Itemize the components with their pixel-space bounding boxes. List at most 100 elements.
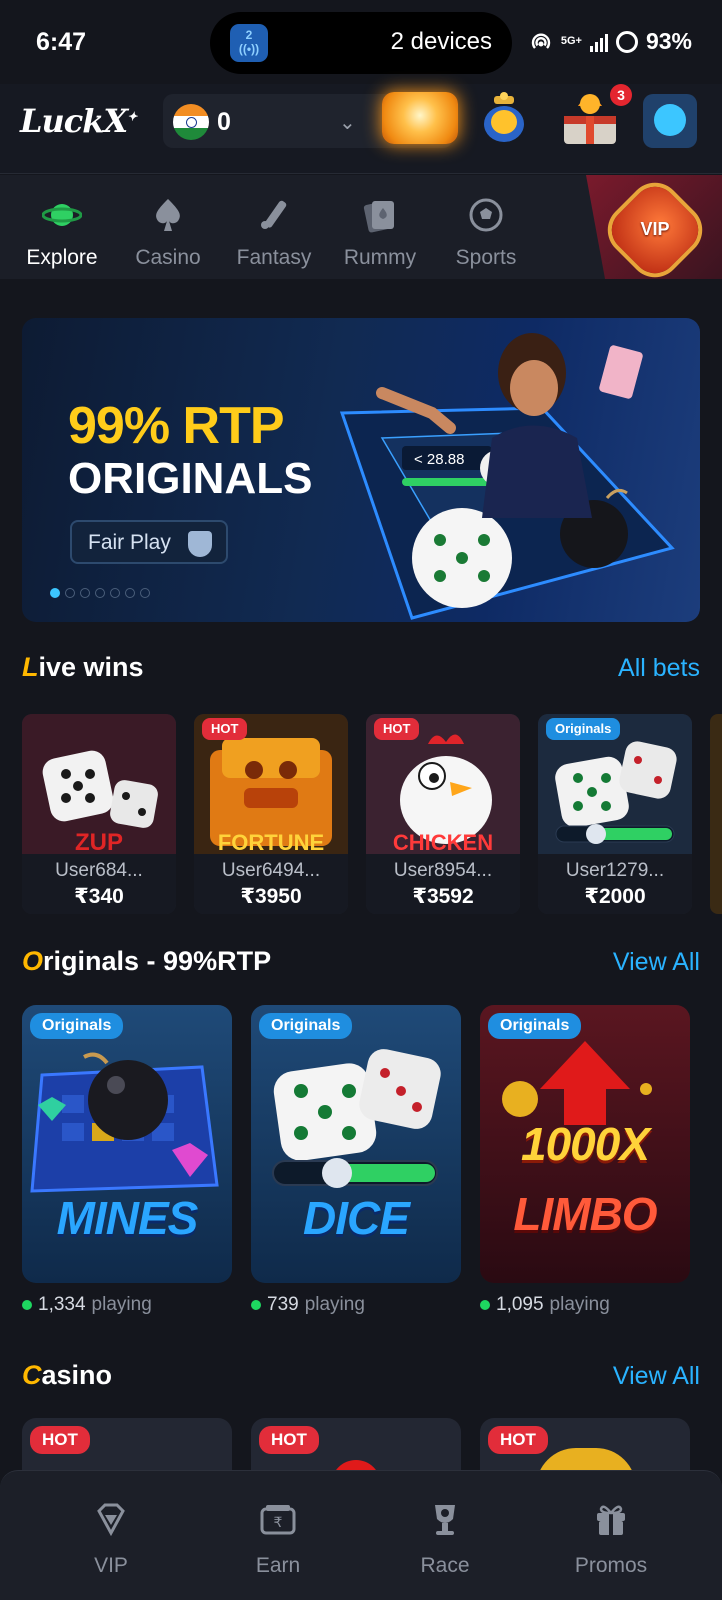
live-win-card-partial[interactable] [710, 714, 722, 914]
nav-label: Earn [255, 1554, 301, 1577]
carousel-dot[interactable] [110, 588, 120, 598]
hot-tag: HOT [30, 1426, 90, 1454]
title-rest: ive wins [38, 652, 144, 682]
island-badge-count: 2 [245, 28, 253, 42]
chevron-down-icon: ⌄ [339, 112, 356, 134]
online-dot-icon [480, 1300, 490, 1310]
game-name: ZUP [75, 829, 123, 854]
mines-game-card[interactable]: Originals MINES [22, 1005, 232, 1283]
title-initial: C [22, 1360, 42, 1390]
game-title: MINES [56, 1192, 199, 1244]
cricket-bat-icon [261, 200, 287, 229]
win-amount: ₹3592 [412, 885, 474, 908]
all-bets-link[interactable]: All bets [618, 654, 700, 683]
title-rest: riginals - 99%RTP [43, 946, 272, 976]
nav-earn[interactable]: ₹ Earn [203, 1471, 353, 1600]
live-win-card[interactable]: FORTUNE HOT User6494... ₹3950 [194, 714, 348, 914]
spade-icon [156, 199, 180, 231]
nav-label: VIP [94, 1554, 128, 1577]
originals-tag: Originals [488, 1013, 582, 1039]
trophy-icon [435, 1505, 455, 1535]
originals-view-all-link[interactable]: View All [613, 948, 700, 977]
live-win-footer: User1279... ₹2000 [538, 854, 692, 914]
vip-promo-badge[interactable]: VIP [586, 175, 722, 279]
fair-play-label: Fair Play [88, 531, 171, 554]
playing-label: playing [549, 1294, 610, 1315]
online-dot-icon [22, 1300, 32, 1310]
casino-view-all-link[interactable]: View All [613, 1362, 700, 1391]
title-initial: L [22, 652, 39, 682]
vip-promo-label: VIP [640, 219, 670, 239]
limbo-game-card[interactable]: Originals 1000X LIMBO [480, 1005, 690, 1283]
tab-label: Fantasy [236, 246, 312, 269]
live-win-card[interactable]: ZUP User684... ₹340 [22, 714, 176, 914]
banner-headline: 99% RTP [68, 397, 285, 455]
support-avatar-button[interactable] [643, 94, 697, 148]
limbo-playing-count: 1,095 playing [480, 1294, 610, 1316]
hot-tag: HOT [488, 1426, 548, 1454]
nav-promos[interactable]: Promos [536, 1471, 686, 1600]
dynamic-island[interactable]: 2 ((•)) 2 devices [210, 12, 512, 74]
tab-fantasy[interactable]: Fantasy [224, 175, 324, 279]
player-count: 1,334 [38, 1294, 86, 1315]
live-win-footer: User8954... ₹3592 [366, 854, 520, 914]
title-initial: O [22, 946, 44, 976]
treasure-pot-icon[interactable] [480, 90, 528, 146]
network-type: 5G+ [560, 35, 582, 47]
live-win-footer: User684... ₹340 [22, 854, 176, 914]
tab-label: Sports [455, 246, 517, 269]
status-indicators: 5G+ 93% [529, 28, 692, 55]
broadcast-icon: 2 ((•)) [230, 24, 268, 62]
win-amount: ₹2000 [584, 885, 646, 908]
originals-tag: Originals [259, 1013, 353, 1039]
shield-check-icon [188, 531, 212, 557]
cards-icon [363, 201, 394, 233]
carousel-dot[interactable] [140, 588, 150, 598]
dice-playing-count: 739 playing [251, 1294, 365, 1316]
notification-badge: 3 [610, 84, 632, 106]
tab-label: Explore [26, 246, 98, 269]
online-dot-icon [251, 1300, 261, 1310]
zup-game-art: ZUP [22, 714, 176, 854]
carousel-dot[interactable] [95, 588, 105, 598]
india-flag-icon [173, 104, 209, 140]
banner-subheadline: ORIGINALS [68, 454, 313, 503]
promo-banner[interactable]: < 28.88 99% RTP ORIGINALS Fair Play [22, 318, 700, 622]
mines-playing-count: 1,334 playing [22, 1294, 152, 1316]
win-amount: ₹340 [74, 885, 124, 908]
football-icon [469, 198, 503, 232]
carousel-dot[interactable] [80, 588, 90, 598]
banner-art-text: < 28.88 [414, 451, 464, 468]
battery-icon [615, 30, 638, 53]
dice-game-card[interactable]: Originals DICE [251, 1005, 461, 1283]
nav-race[interactable]: Race [370, 1471, 520, 1600]
wallet-balance: 0 [217, 108, 231, 136]
svg-text:₹: ₹ [274, 1515, 283, 1531]
live-win-card[interactable]: Originals User1279... ₹2000 [538, 714, 692, 914]
originals-title: Originals - 99%RTP [22, 946, 271, 977]
tab-explore[interactable]: Explore [12, 175, 112, 279]
carousel-dots[interactable] [50, 588, 150, 598]
playing-label: playing [304, 1294, 365, 1315]
live-win-card[interactable]: CHICKEN HOT User8954... ₹3592 [366, 714, 520, 914]
live-wins-title: Live wins [22, 652, 144, 683]
player-count: 1,095 [496, 1294, 544, 1315]
hot-tag: HOT [202, 718, 248, 740]
casino-title: Casino [22, 1360, 112, 1391]
carousel-dot[interactable] [65, 588, 75, 598]
nav-vip[interactable]: VIP [36, 1471, 186, 1600]
tab-casino[interactable]: Casino [118, 175, 218, 279]
live-win-footer: User6494... ₹3950 [194, 854, 348, 914]
tab-sports[interactable]: Sports [436, 175, 536, 279]
nav-label: Race [420, 1554, 470, 1577]
win-amount: ₹3950 [240, 885, 302, 908]
carousel-dot[interactable] [50, 588, 60, 598]
planet-icon [41, 204, 83, 226]
tab-label: Casino [135, 246, 201, 269]
status-bar: 6:47 2 ((•)) 2 devices 5G+ 93% [0, 0, 722, 84]
winner-username: User1279... [565, 860, 665, 881]
luckx-logo[interactable]: LuckX✦ [20, 102, 137, 140]
carousel-dot[interactable] [125, 588, 135, 598]
tab-rummy[interactable]: Rummy [330, 175, 430, 279]
deposit-button[interactable] [382, 92, 458, 144]
